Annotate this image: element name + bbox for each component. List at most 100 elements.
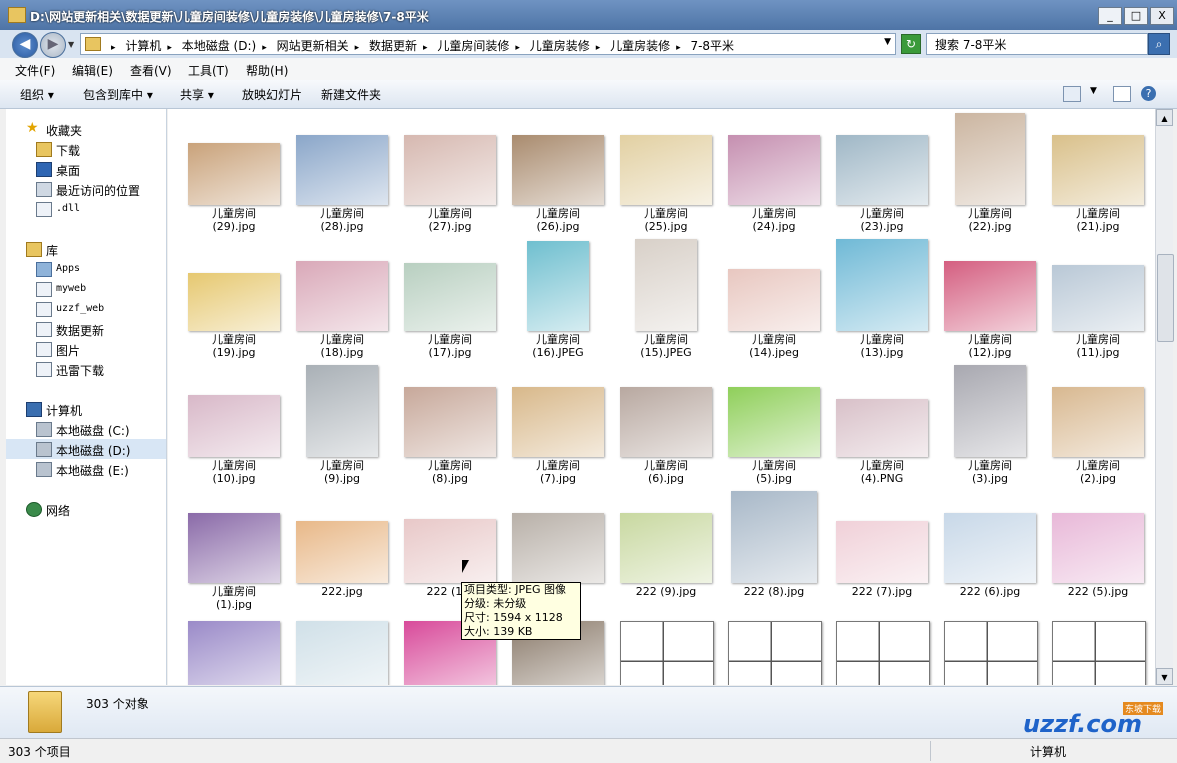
chevron-down-icon[interactable]: ▼ xyxy=(1090,86,1097,96)
back-button[interactable]: ◀ xyxy=(12,32,38,58)
refresh-button[interactable]: ↻ xyxy=(901,34,921,54)
recent-pages-dropdown[interactable]: ▼ xyxy=(68,40,74,49)
file-thumbnail xyxy=(188,621,280,685)
maximize-button[interactable]: □ xyxy=(1124,7,1148,25)
breadcrumb-item[interactable]: 儿童房间装修 xyxy=(437,39,509,53)
new-folder-button[interactable]: 新建文件夹 xyxy=(321,86,381,103)
file-thumbnail xyxy=(1052,387,1144,457)
file-name: 儿童房间 (19).jpg xyxy=(180,333,288,359)
help-icon[interactable]: ? xyxy=(1141,86,1156,101)
file-name-line1: 儿童房间 xyxy=(212,207,256,220)
nav-uzzf-web[interactable]: uzzf_web xyxy=(6,299,166,319)
nav-favorites[interactable]: ★ 收藏夹 xyxy=(6,119,166,139)
explorer-window: D:\网站更新相关\数据更新\儿童房间装修\儿童房装修\儿童房装修\7-8平米 … xyxy=(0,0,1177,763)
menu-file[interactable]: 文件(F) xyxy=(15,62,55,79)
file-name: 儿童房间 (8).jpg xyxy=(396,459,504,485)
tooltip-dimensions: 尺寸: 1594 x 1128 xyxy=(464,611,563,624)
folder-icon xyxy=(8,7,26,23)
file-thumbnail xyxy=(404,263,496,331)
breadcrumb-item[interactable]: 7-8平米 xyxy=(690,39,734,53)
file-name: 儿童房间 (14).jpeg xyxy=(720,333,828,359)
file-thumbnail xyxy=(944,513,1036,583)
file-name-line1: 儿童房间 xyxy=(320,333,364,346)
menu-view[interactable]: 查看(V) xyxy=(130,62,172,79)
chevron-down-icon[interactable]: ▼ xyxy=(884,37,891,47)
file-thumbnail xyxy=(836,621,930,685)
nav-desktop[interactable]: 桌面 xyxy=(6,159,166,179)
file-name-line2: (23).jpg xyxy=(860,220,904,233)
nav-myweb[interactable]: myweb xyxy=(6,279,166,299)
nav-disk-c[interactable]: 本地磁盘 (C:) xyxy=(6,419,166,439)
search-icon[interactable]: ⌕ xyxy=(1148,33,1170,55)
organize-button[interactable]: 组织 ▾ xyxy=(20,86,54,103)
nav-data-update[interactable]: 数据更新 xyxy=(6,319,166,339)
nav-apps[interactable]: Apps xyxy=(6,259,166,279)
minimize-button[interactable]: _ xyxy=(1098,7,1122,25)
file-name: 儿童房间 (4).PNG xyxy=(828,459,936,485)
file-name-line2: (3).jpg xyxy=(971,472,1009,485)
nav-disk-e[interactable]: 本地磁盘 (E:) xyxy=(6,459,166,479)
breadcrumb-item[interactable]: 儿童房装修 xyxy=(610,39,670,53)
menu-edit[interactable]: 编辑(E) xyxy=(72,62,113,79)
folder-icon xyxy=(85,37,101,51)
breadcrumb-item[interactable]: 计算机 xyxy=(125,39,161,53)
scroll-thumb[interactable] xyxy=(1157,254,1174,342)
file-name: 儿童房间 (22).jpg xyxy=(936,207,1044,233)
breadcrumb-item[interactable]: 数据更新 xyxy=(369,39,417,53)
status-divider xyxy=(930,741,931,761)
file-name: 222 (9).jpg xyxy=(612,585,720,598)
address-bar[interactable]: ▸ 计算机 ▸ 本地磁盘 (D:) ▸ 网站更新相关 ▸ 数据更新 ▸ 儿童房间装修 ▸ … xyxy=(80,33,896,55)
nav-pictures[interactable]: 图片 xyxy=(6,339,166,359)
breadcrumb-item[interactable]: 本地磁盘 (D:) xyxy=(182,39,256,53)
file-thumbnail xyxy=(306,365,378,457)
search-input[interactable] xyxy=(933,34,1137,54)
forward-button[interactable]: ▶ xyxy=(40,32,66,58)
file-name: 儿童房间 (5).jpg xyxy=(720,459,828,485)
file-thumbnail xyxy=(527,241,589,331)
include-in-library-button[interactable]: 包含到库中 ▾ xyxy=(83,86,153,103)
file-name-line1: 儿童房间 xyxy=(644,459,688,472)
file-name-line1: 儿童房间 xyxy=(860,333,904,346)
file-thumbnail xyxy=(512,135,604,205)
file-name: 儿童房间 (18).jpg xyxy=(288,333,396,359)
library-folder-icon xyxy=(36,262,52,277)
file-name-line1: 儿童房间 xyxy=(428,333,472,346)
file-name: 222 (7).jpg xyxy=(828,585,936,598)
file-thumbnail xyxy=(728,621,822,685)
nav-recent-places[interactable]: 最近访问的位置 xyxy=(6,179,166,199)
nav-disk-d[interactable]: 本地磁盘 (D:) xyxy=(6,439,166,459)
file-name: 儿童房间 (7).jpg xyxy=(504,459,612,485)
nav-libraries[interactable]: 库 xyxy=(6,239,166,259)
file-name-line1: 儿童房间 xyxy=(1076,207,1120,220)
file-thumbnail xyxy=(1052,265,1144,331)
breadcrumb-item[interactable]: 网站更新相关 xyxy=(277,39,349,53)
star-icon: ★ xyxy=(26,120,39,136)
preview-pane-icon[interactable] xyxy=(1113,86,1131,102)
nav-network[interactable]: 网络 xyxy=(6,499,166,519)
file-name-line2: (10).jpg xyxy=(212,472,256,485)
file-name-line1: 222 (5).jpg xyxy=(1067,585,1129,598)
file-name-line2: (13).jpg xyxy=(860,346,904,359)
file-name-line1: 222 (9).jpg xyxy=(635,585,697,598)
file-name-line2: (19).jpg xyxy=(212,346,256,359)
file-thumbnail xyxy=(836,399,928,457)
nav-computer[interactable]: 计算机 xyxy=(6,399,166,419)
scroll-down-arrow[interactable]: ▼ xyxy=(1156,668,1173,685)
view-options-icon[interactable] xyxy=(1063,86,1081,102)
vertical-scrollbar[interactable]: ▲ ▼ xyxy=(1155,109,1174,685)
breadcrumb-item[interactable]: 儿童房装修 xyxy=(530,39,590,53)
close-button[interactable]: X xyxy=(1150,7,1174,25)
menu-help[interactable]: 帮助(H) xyxy=(246,62,288,79)
file-thumbnail xyxy=(954,365,1026,457)
scroll-up-arrow[interactable]: ▲ xyxy=(1156,109,1173,126)
nav-thunder-downloads[interactable]: 迅雷下载 xyxy=(6,359,166,379)
menu-tools[interactable]: 工具(T) xyxy=(188,62,229,79)
slideshow-button[interactable]: 放映幻灯片 xyxy=(242,86,302,103)
file-name-line2: (6).jpg xyxy=(647,472,685,485)
title-bar[interactable]: D:\网站更新相关\数据更新\儿童房间装修\儿童房装修\儿童房装修\7-8平米 … xyxy=(0,0,1177,30)
search-box[interactable] xyxy=(926,33,1148,55)
nav-dll[interactable]: .dll xyxy=(6,199,166,219)
nav-downloads[interactable]: 下载 xyxy=(6,139,166,159)
file-thumbnail xyxy=(731,491,817,583)
share-button[interactable]: 共享 ▾ xyxy=(180,86,214,103)
